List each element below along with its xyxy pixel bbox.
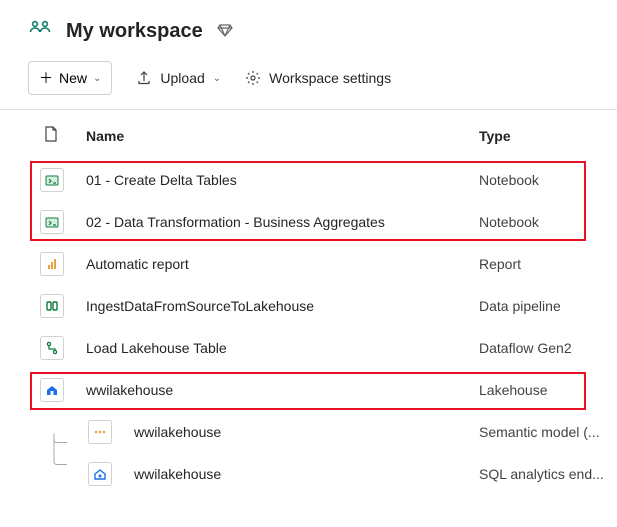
new-button[interactable]: ＋ New ⌄ — [28, 61, 112, 95]
item-type: Dataflow Gen2 — [479, 340, 617, 356]
table-row[interactable]: Load Lakehouse Table Dataflow Gen2 — [0, 327, 617, 369]
item-name: 01 - Create Delta Tables — [64, 172, 479, 188]
column-header-icon — [0, 126, 86, 145]
workspace-icon — [28, 18, 52, 45]
gear-icon — [245, 70, 261, 86]
premium-diamond-icon — [217, 22, 233, 41]
lakehouse-icon — [40, 378, 64, 402]
upload-icon — [136, 70, 152, 86]
item-type: Notebook — [479, 214, 617, 230]
workspace-settings-button[interactable]: Workspace settings — [245, 66, 391, 90]
table-row[interactable]: 01 - Create Delta Tables Notebook — [0, 159, 617, 201]
table-row[interactable]: wwilakehouse SQL analytics end... — [0, 453, 617, 495]
pipeline-icon — [40, 294, 64, 318]
item-type: Data pipeline — [479, 298, 617, 314]
table-row[interactable]: wwilakehouse Lakehouse — [0, 369, 617, 411]
chevron-down-icon: ⌄ — [213, 73, 221, 84]
chevron-down-icon: ⌄ — [93, 73, 101, 84]
table-row[interactable]: IngestDataFromSourceToLakehouse Data pip… — [0, 285, 617, 327]
plus-icon: ＋ — [39, 68, 53, 88]
item-name: Load Lakehouse Table — [64, 340, 479, 356]
table-row[interactable]: 02 - Data Transformation - Business Aggr… — [0, 201, 617, 243]
item-type: Notebook — [479, 172, 617, 188]
item-type: Semantic model (... — [479, 424, 617, 440]
workspace-title: My workspace — [66, 20, 203, 43]
notebook-icon — [40, 168, 64, 192]
item-type: SQL analytics end... — [479, 466, 617, 482]
settings-label: Workspace settings — [269, 70, 391, 86]
workspace-toolbar: ＋ New ⌄ Upload ⌄ Workspace settings — [0, 53, 617, 110]
items-table: Name Type 01 - Create Delta Tables Noteb… — [0, 110, 617, 495]
item-name: wwilakehouse — [64, 382, 479, 398]
item-name: 02 - Data Transformation - Business Aggr… — [64, 214, 479, 230]
sql-endpoint-icon — [88, 462, 112, 486]
table-header: Name Type — [0, 110, 617, 159]
column-header-name[interactable]: Name — [86, 128, 479, 144]
notebook-icon — [40, 210, 64, 234]
upload-label: Upload — [160, 70, 204, 86]
table-row[interactable]: wwilakehouse Semantic model (... — [0, 411, 617, 453]
new-button-label: New — [59, 70, 87, 86]
workspace-header: My workspace — [0, 0, 617, 53]
table-row[interactable]: Automatic report Report — [0, 243, 617, 285]
column-header-type[interactable]: Type — [479, 128, 617, 144]
report-icon — [40, 252, 64, 276]
upload-button[interactable]: Upload ⌄ — [136, 66, 221, 90]
item-name: IngestDataFromSourceToLakehouse — [64, 298, 479, 314]
item-type: Report — [479, 256, 617, 272]
item-type: Lakehouse — [479, 382, 617, 398]
item-name: wwilakehouse — [112, 466, 479, 482]
document-icon — [44, 126, 58, 145]
item-name: Automatic report — [64, 256, 479, 272]
semantic-model-icon — [88, 420, 112, 444]
item-name: wwilakehouse — [112, 424, 479, 440]
dataflow-icon — [40, 336, 64, 360]
